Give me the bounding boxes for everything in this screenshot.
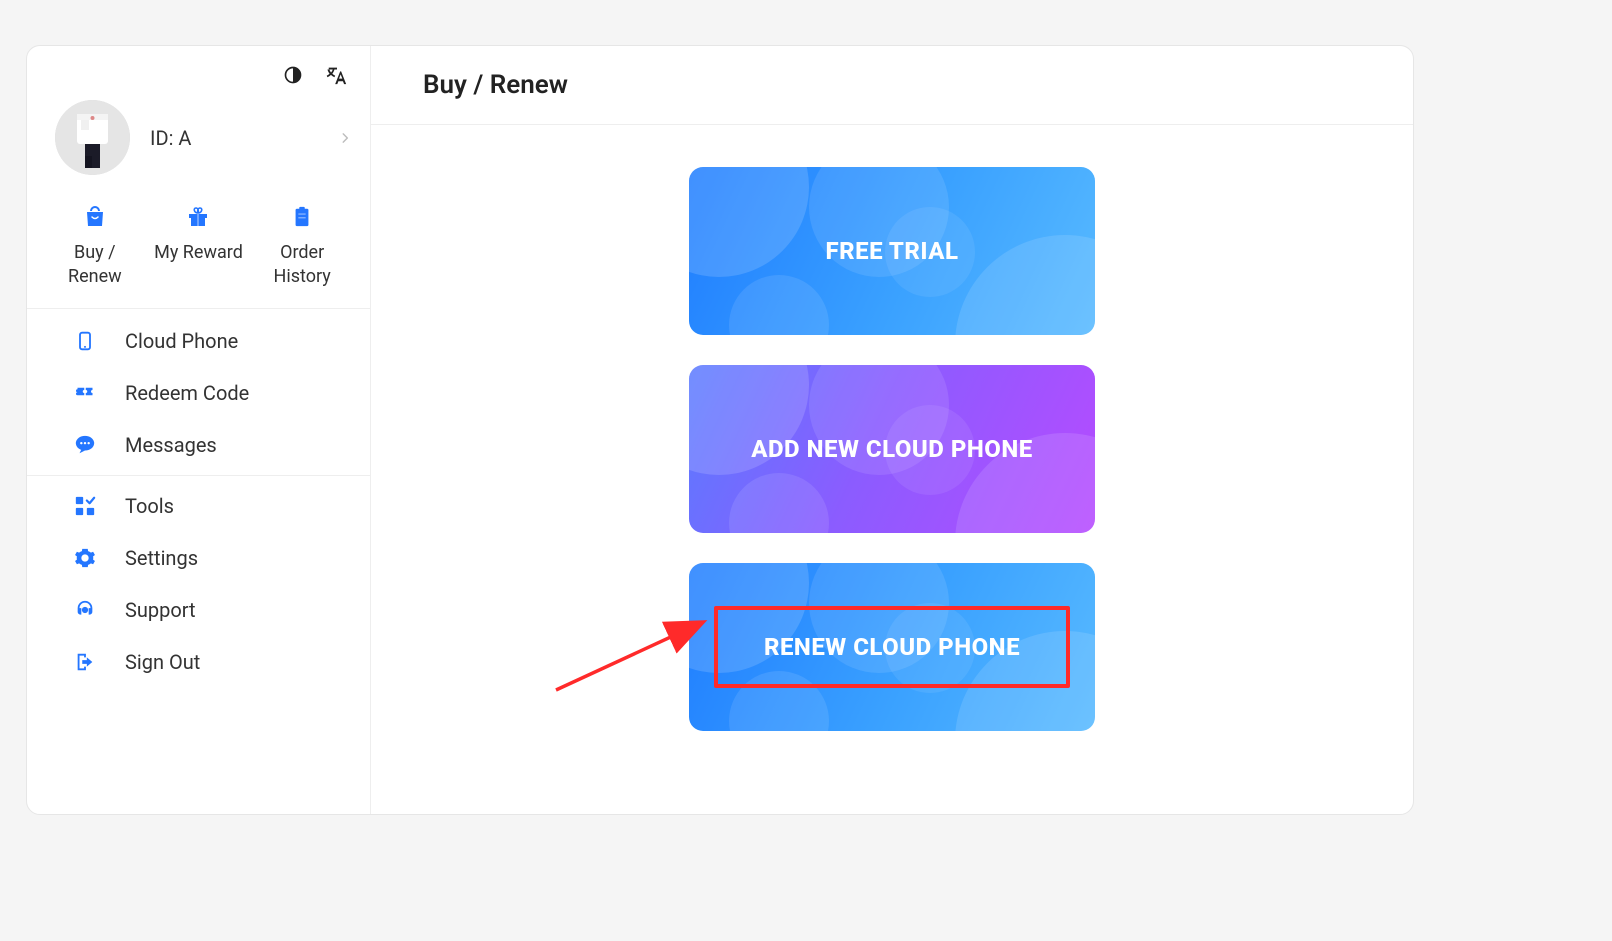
card-label: RENEW CLOUD PHONE [748,633,1036,661]
shopping-bag-icon [81,203,109,231]
language-icon[interactable] [326,64,348,86]
quick-label: Buy / Renew [50,241,140,290]
menu-item-sign-out[interactable]: Sign Out [27,636,370,688]
menu-label: Tools [125,494,174,518]
theme-toggle-icon[interactable] [282,64,304,86]
menu-label: Settings [125,546,198,570]
menu-label: Support [125,598,196,622]
sign-out-icon [73,650,97,674]
sidebar: ID: A Buy / Renew My Reward Order Hi [27,46,371,814]
menu-item-support[interactable]: Support [27,584,370,636]
top-icons [27,64,370,94]
gift-icon [184,203,212,231]
menu-label: Redeem Code [125,381,249,405]
avatar [55,100,130,175]
support-agent-icon [73,598,97,622]
menu-item-settings[interactable]: Settings [27,532,370,584]
ticket-icon [73,381,97,405]
menu-item-tools[interactable]: Tools [27,480,370,532]
page-title: Buy / Renew [371,46,1413,125]
card-add-new-cloud-phone[interactable]: ADD NEW CLOUD PHONE [689,365,1095,533]
menu-label: Cloud Phone [125,329,238,353]
gear-icon [73,546,97,570]
phone-device-icon [73,329,97,353]
card-label: ADD NEW CLOUD PHONE [735,435,1048,463]
quick-actions: Buy / Renew My Reward Order History [27,189,370,309]
cards-area: FREE TRIAL ADD NEW CLOUD PHONE RENEW CLO… [371,125,1413,814]
quick-order-history[interactable]: Order History [257,203,347,290]
clipboard-icon [288,203,316,231]
profile-id-label: ID: A [150,126,338,150]
menu-item-messages[interactable]: Messages [27,419,370,471]
menu-label: Sign Out [125,650,200,674]
profile-row[interactable]: ID: A [27,94,370,189]
sidebar-menu: Cloud Phone Redeem Code Messages Tools [27,309,370,694]
app-window: ID: A Buy / Renew My Reward Order Hi [26,45,1414,815]
quick-label: Order History [257,241,347,290]
chevron-right-icon [338,126,352,150]
card-free-trial[interactable]: FREE TRIAL [689,167,1095,335]
quick-label: My Reward [154,241,243,265]
menu-label: Messages [125,433,217,457]
card-renew-cloud-phone[interactable]: RENEW CLOUD PHONE [689,563,1095,731]
quick-my-reward[interactable]: My Reward [153,203,243,290]
menu-item-cloud-phone[interactable]: Cloud Phone [27,315,370,367]
annotation-arrow-icon [551,605,711,695]
menu-item-redeem-code[interactable]: Redeem Code [27,367,370,419]
menu-divider [27,475,370,476]
chat-bubble-icon [73,433,97,457]
quick-buy-renew[interactable]: Buy / Renew [50,203,140,290]
card-label: FREE TRIAL [809,237,974,265]
grid-check-icon [73,494,97,518]
main-content: Buy / Renew FREE TRIAL ADD NEW CLOUD PHO… [371,46,1413,814]
